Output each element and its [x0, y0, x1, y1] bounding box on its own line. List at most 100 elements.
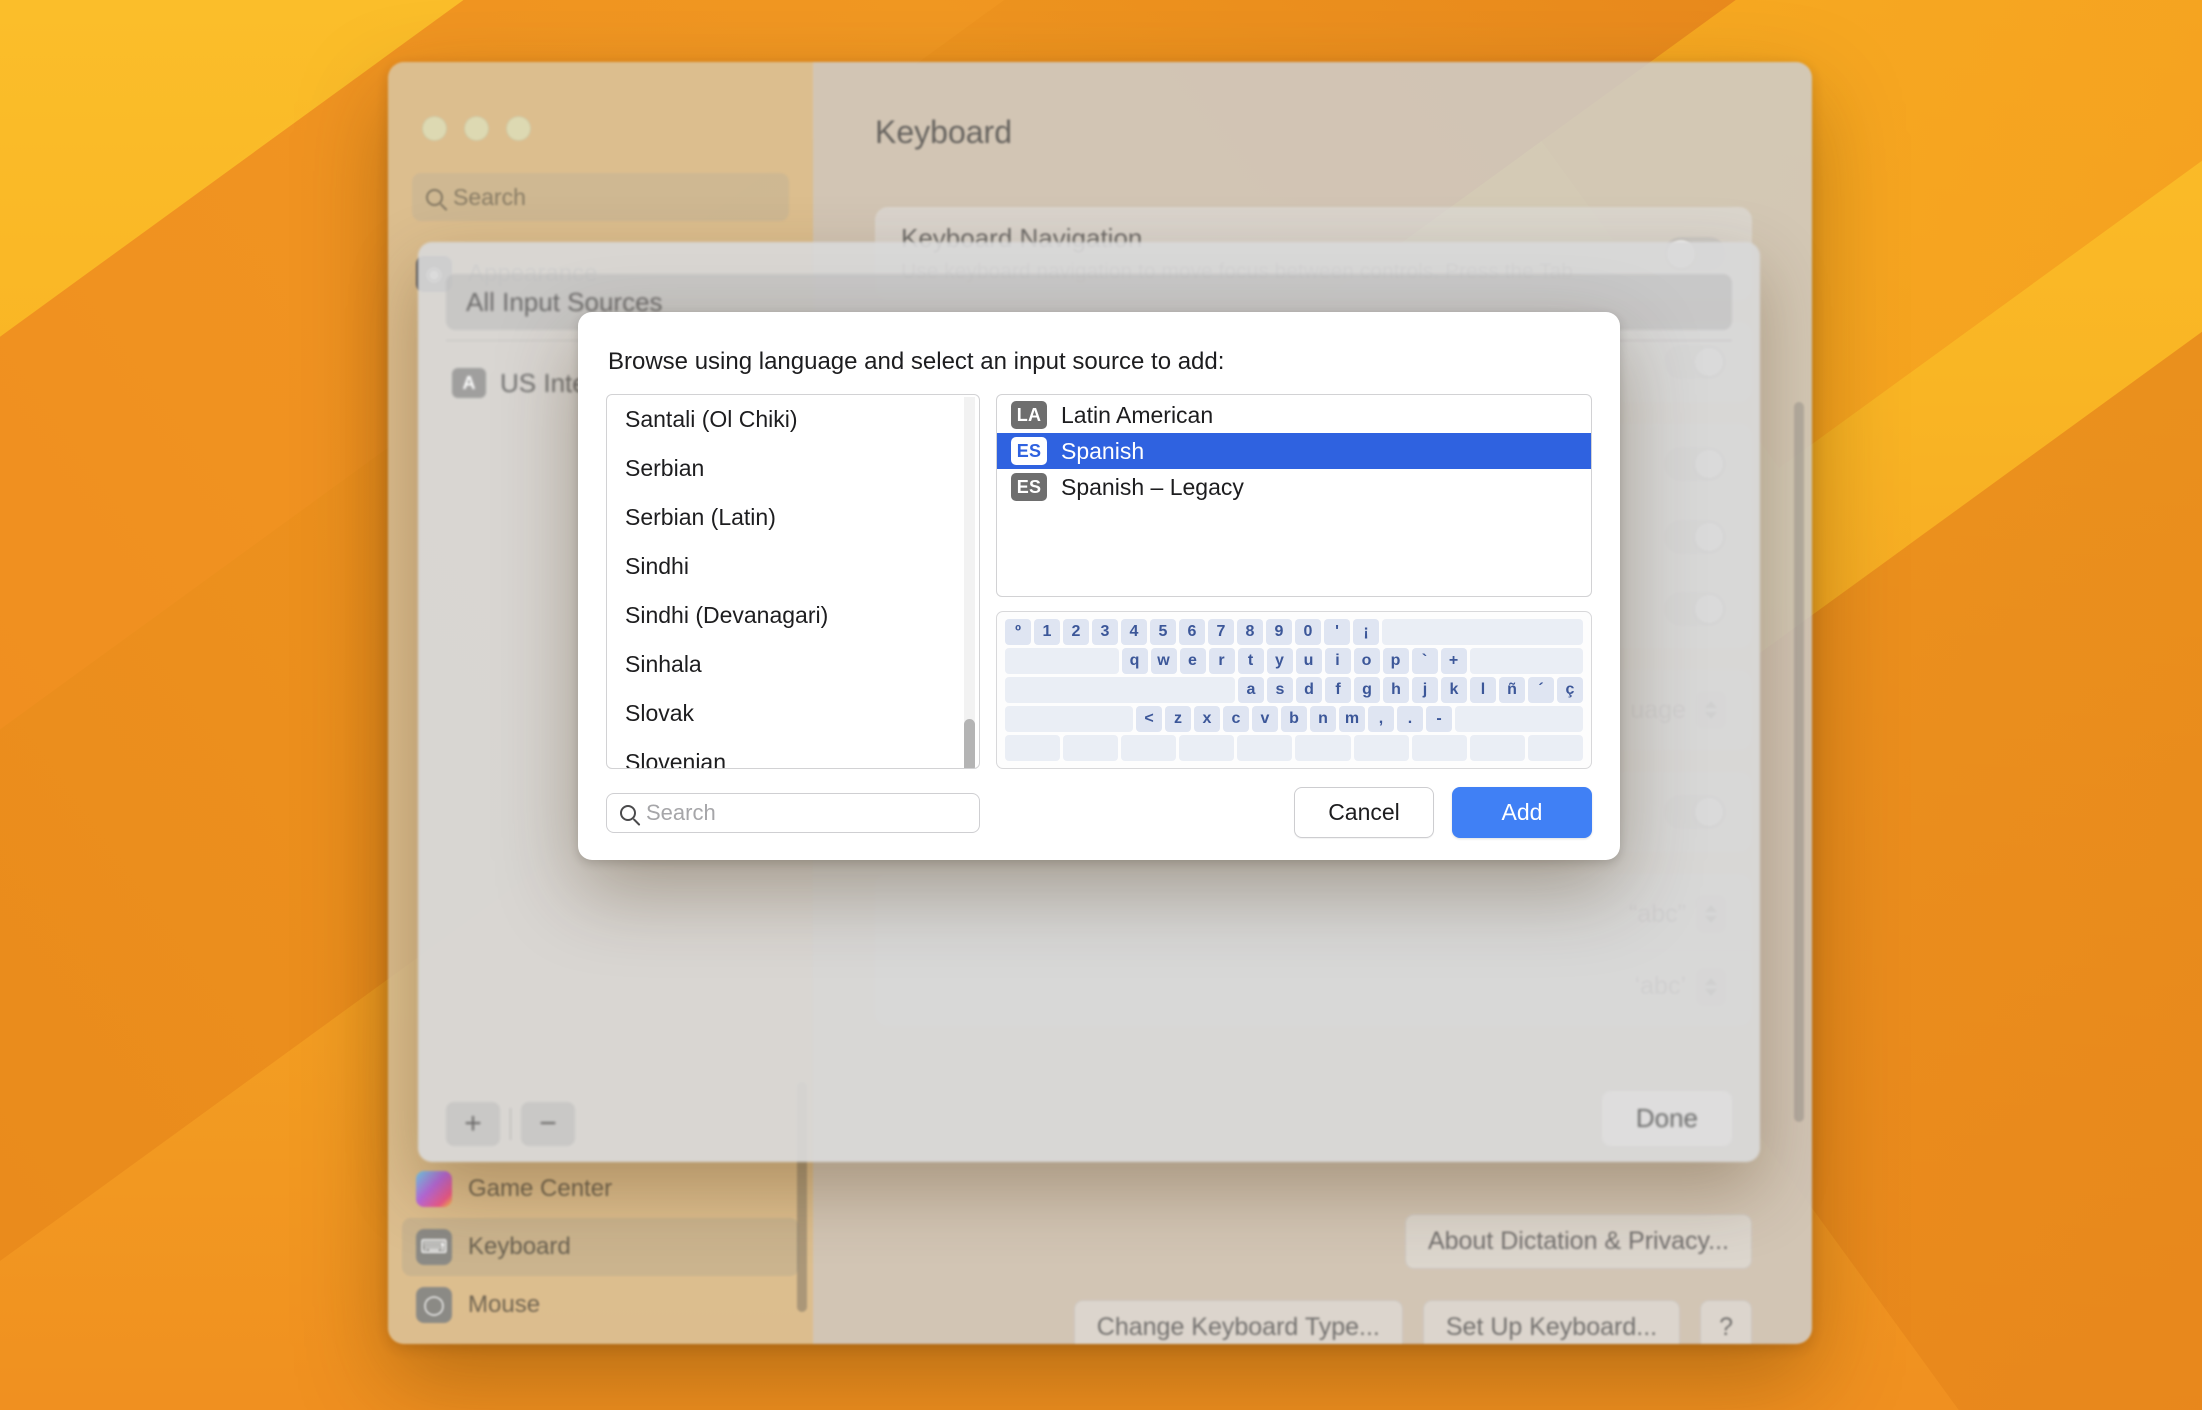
keyboard-preview-key: <	[1136, 706, 1162, 732]
remove-input-source-button[interactable]: −	[521, 1102, 575, 1146]
desktop-wallpaper: Search ◉ Appearance Game Center ⌨ Keyboa…	[0, 0, 2202, 1410]
keyboard-preview-modifier-key	[1455, 706, 1583, 732]
right-panel: LA Latin American ES Spanish ES Spanish – Leg…	[996, 394, 1592, 769]
language-list-item[interactable]: Serbian (Latin)	[607, 493, 979, 542]
keyboard-preview-modifier-key	[1121, 735, 1177, 761]
keyboard-preview-key: n	[1310, 706, 1336, 732]
keyboard-preview-key: 8	[1237, 619, 1263, 645]
keyboard-preview-row: º 1 2 3 4 5 6 7 8 9 0 ' ¡	[1005, 619, 1583, 645]
search-icon	[426, 188, 443, 206]
keyboard-preview-modifier-key	[1411, 735, 1467, 761]
cancel-button[interactable]: Cancel	[1294, 787, 1434, 838]
keyboard-preview-modifier-key	[1063, 735, 1119, 761]
window-traffic-lights[interactable]	[388, 80, 813, 141]
keyboard-preview-key: t	[1237, 648, 1264, 674]
sidebar-item-keyboard[interactable]: ⌨ Keyboard	[402, 1218, 799, 1276]
about-dictation-privacy-button[interactable]: About Dictation & Privacy...	[1404, 1214, 1752, 1269]
keyboard-preview-modifier-key	[1353, 735, 1409, 761]
minimize-button[interactable]	[464, 116, 489, 141]
keyboard-preview-key: u	[1295, 648, 1322, 674]
zoom-button[interactable]	[506, 116, 531, 141]
keyboard-preview-key: x	[1194, 706, 1220, 732]
keyboard-preview-modifier-key	[1005, 648, 1119, 674]
language-list-item[interactable]: Serbian	[607, 444, 979, 493]
keyboard-preview-key: ,	[1368, 706, 1394, 732]
dialog-actions: Cancel Add	[1294, 787, 1592, 838]
keyboard-preview-key: q	[1121, 648, 1148, 674]
input-source-label: US Inte	[500, 367, 587, 398]
dialog-search-field[interactable]	[606, 792, 980, 833]
done-button[interactable]: Done	[1601, 1091, 1732, 1146]
input-source-label: Spanish	[1061, 437, 1145, 464]
keyboard-preview-modifier-key	[1469, 735, 1525, 761]
language-list-item[interactable]: Sindhi (Devanagari)	[607, 591, 979, 640]
input-source-item[interactable]: ES Spanish – Legacy	[997, 469, 1591, 505]
keyboard-preview-key: 0	[1295, 619, 1321, 645]
keyboard-preview-key: y	[1266, 648, 1293, 674]
keyboard-preview-modifier-key	[1005, 735, 1061, 761]
dictation-privacy-row: About Dictation & Privacy...	[1404, 1214, 1752, 1269]
divider	[510, 1108, 511, 1140]
keyboard-preview-key: p	[1382, 648, 1409, 674]
language-list-item[interactable]: Santali (Ol Chiki)	[607, 395, 979, 444]
main-scrollbar[interactable]	[1794, 402, 1804, 1122]
keyboard-preview-key: ´	[1528, 677, 1554, 703]
change-keyboard-type-button[interactable]: Change Keyboard Type...	[1073, 1300, 1403, 1344]
gamecenter-icon	[416, 1171, 452, 1207]
language-scrollbar-thumb[interactable]	[964, 719, 975, 768]
keyboard-preview-key: 9	[1266, 619, 1292, 645]
input-source-badge: ES	[1011, 437, 1047, 465]
language-scrollbar-track[interactable]	[964, 397, 975, 768]
keyboard-preview-key: f	[1325, 677, 1351, 703]
add-input-source-button[interactable]: +	[446, 1102, 500, 1146]
keyboard-preview-key: º	[1005, 619, 1031, 645]
input-source-item[interactable]: ES Spanish	[997, 433, 1591, 469]
keyboard-preview-modifier-key	[1382, 619, 1583, 645]
keyboard-preview-modifier-key	[1527, 735, 1583, 761]
keyboard-preview-modifier-key	[1179, 735, 1235, 761]
input-source-list[interactable]: LA Latin American ES Spanish ES Spanish – Leg…	[996, 394, 1592, 597]
keyboard-preview-modifier-key	[1237, 735, 1293, 761]
language-list-item[interactable]: Sindhi	[607, 542, 979, 591]
search-icon	[620, 804, 636, 821]
language-list[interactable]: Santali (Ol Chiki) Serbian Serbian (Latin)…	[607, 395, 979, 768]
keyboard-preview-row	[1005, 735, 1583, 761]
dialog-body: Santali (Ol Chiki) Serbian Serbian (Latin)…	[606, 394, 1592, 769]
sidebar-search-field[interactable]: Search	[412, 173, 789, 221]
keyboard-preview-key: ñ	[1499, 677, 1525, 703]
close-button[interactable]	[422, 116, 447, 141]
keyboard-preview-key: h	[1383, 677, 1409, 703]
input-source-badge: A	[452, 368, 486, 398]
add-button[interactable]: Add	[1452, 787, 1592, 838]
keyboard-preview-modifier-key	[1469, 648, 1583, 674]
input-source-label: Latin American	[1061, 401, 1214, 428]
keyboard-preview-key: 1	[1034, 619, 1060, 645]
keyboard-preview-key: s	[1267, 677, 1293, 703]
sidebar-item-game-center[interactable]: Game Center	[402, 1160, 799, 1218]
search-input[interactable]	[646, 799, 966, 826]
sidebar-item-label: Game Center	[468, 1175, 613, 1202]
set-up-keyboard-button[interactable]: Set Up Keyboard...	[1422, 1300, 1681, 1344]
help-button[interactable]: ?	[1700, 1300, 1752, 1344]
keyboard-layout-preview: º 1 2 3 4 5 6 7 8 9 0 ' ¡ q w e r t y u i o p ` + a s d f g h j k l ñ ´ ç < z x…	[996, 611, 1592, 769]
input-source-item[interactable]: LA Latin American	[997, 397, 1591, 433]
language-list-item[interactable]: Slovak	[607, 689, 979, 738]
mouse-icon: ◯	[416, 1287, 452, 1323]
language-list-item[interactable]: Slovenian	[607, 738, 979, 768]
keyboard-preview-key: c	[1223, 706, 1249, 732]
keyboard-preview-key: 4	[1121, 619, 1147, 645]
keyboard-preview-key: i	[1324, 648, 1351, 674]
keyboard-preview-key: z	[1165, 706, 1191, 732]
keyboard-preview-key: +	[1440, 648, 1467, 674]
keyboard-preview-modifier-key	[1005, 706, 1133, 732]
keyboard-preview-row: q w e r t y u i o p ` +	[1005, 648, 1583, 674]
keyboard-preview-key: r	[1208, 648, 1235, 674]
keyboard-preview-key: .	[1397, 706, 1423, 732]
keyboard-preview-key: -	[1426, 706, 1452, 732]
keyboard-preview-modifier-key	[1295, 735, 1351, 761]
language-list-panel: Santali (Ol Chiki) Serbian Serbian (Latin)…	[606, 394, 980, 769]
sidebar-item-mouse[interactable]: ◯ Mouse	[402, 1276, 799, 1334]
input-sheet-footer: + −	[418, 1102, 1760, 1146]
language-list-item[interactable]: Sinhala	[607, 640, 979, 689]
keyboard-preview-key: o	[1353, 648, 1380, 674]
